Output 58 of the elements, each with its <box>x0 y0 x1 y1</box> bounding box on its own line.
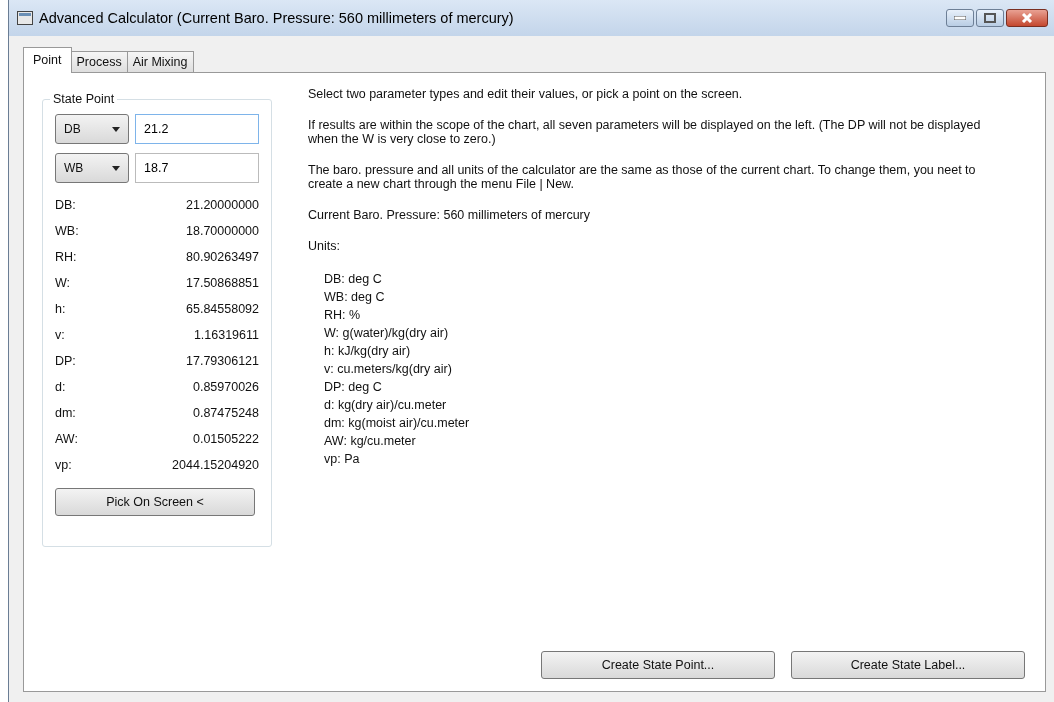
window-title: Advanced Calculator (Current Baro. Pressure: 560 millimeters of mercury) <box>39 10 514 26</box>
result-value: 0.01505222 <box>192 432 259 446</box>
result-label: dm: <box>55 406 76 420</box>
result-value: 17.79306121 <box>186 354 259 368</box>
info-paragraph: Current Baro. Pressure: 560 millimeters of mercury <box>308 208 592 222</box>
info-paragraph: If results are within the scope of the chart, all seven parameters will be displayed on the left. (The DP will not be displayed when the W is very close to zero.) <box>308 118 982 146</box>
value-field[interactable]: 18.7 <box>135 153 259 183</box>
create-button[interactable]: Create State Point... <box>541 651 775 679</box>
result-label: vp: <box>55 458 72 472</box>
caret-icon <box>112 126 120 132</box>
unit-line: dm: kg(moist air)/cu.meter <box>324 415 471 432</box>
result-label: DP: <box>55 354 76 368</box>
result-label: WB: <box>55 224 79 238</box>
result-value: 65.84558092 <box>186 302 259 316</box>
minimize-icon <box>954 16 966 20</box>
result-value: 18.70000000 <box>186 224 259 238</box>
result-value: 0.87475248 <box>192 406 259 420</box>
tab[interactable]: Air Mixing <box>126 51 194 72</box>
unit-line: h: kJ/kg(dry air) <box>324 343 412 360</box>
result-label: d: <box>55 380 66 394</box>
minimize-button[interactable] <box>946 9 974 27</box>
unit-line: v: cu.meters/kg(dry air) <box>324 361 453 378</box>
result-label: h: <box>55 302 66 316</box>
caret-icon <box>112 165 120 171</box>
result-value: 2044.15204920 <box>172 458 259 472</box>
result-label: AW: <box>55 432 78 446</box>
info-paragraph: Select two parameter types and edit their values, or pick a point on the screen. <box>308 87 744 101</box>
result-label: v: <box>55 328 65 342</box>
unit-line: RH: % <box>324 307 362 324</box>
tab[interactable]: Point <box>23 47 72 73</box>
result-label: DB: <box>55 198 76 212</box>
unit-line: W: g(water)/kg(dry air) <box>324 325 450 342</box>
unit-line: DP: deg C <box>324 379 383 396</box>
maximize-button[interactable] <box>976 9 1004 27</box>
unit-line: WB: deg C <box>324 289 386 306</box>
tab[interactable]: Process <box>70 51 128 72</box>
info-paragraph: The baro. pressure and all units of the calculator are the same as those of the current chart. To change them, you neet to create a new chart through the menu File | New. <box>308 163 977 191</box>
unit-line: d: kg(dry air)/cu.meter <box>324 397 448 414</box>
result-value: 17.50868851 <box>186 276 259 290</box>
result-label: RH: <box>55 250 77 264</box>
pick-on-screen-button[interactable]: Pick On Screen < <box>55 488 255 516</box>
group-title: State Point <box>50 92 118 106</box>
result-value: 21.20000000 <box>186 198 259 212</box>
result-value: 1.16319611 <box>193 328 259 342</box>
close-icon <box>1021 13 1033 23</box>
parameter-dropdown[interactable]: WB <box>55 153 129 183</box>
unit-line: DB: deg C <box>324 271 383 288</box>
unit-line: vp: Pa <box>324 451 361 468</box>
value-field[interactable]: 21.2 <box>135 114 259 144</box>
result-value: 0.85970026 <box>192 380 259 394</box>
info-paragraph: Units: <box>308 239 341 253</box>
close-button[interactable] <box>1006 9 1048 27</box>
maximize-icon <box>984 13 996 23</box>
result-label: W: <box>55 276 71 290</box>
parameter-dropdown[interactable]: DB <box>55 114 129 144</box>
create-button[interactable]: Create State Label... <box>791 651 1025 679</box>
result-value: 80.90263497 <box>186 250 259 264</box>
unit-line: AW: kg/cu.meter <box>324 433 417 450</box>
